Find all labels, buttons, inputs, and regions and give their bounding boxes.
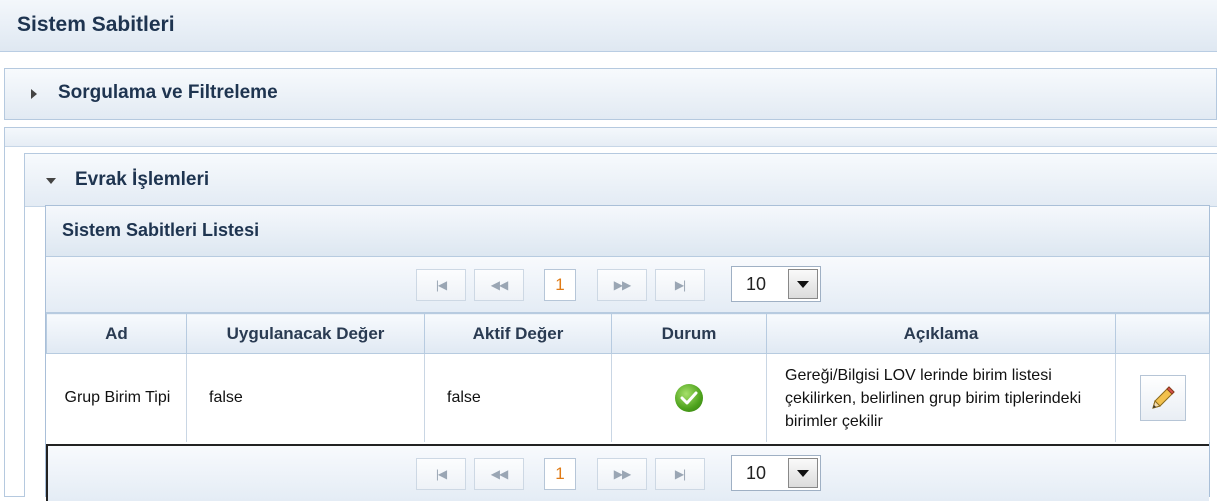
page-size-value-bottom: 10 xyxy=(746,463,767,483)
page-size-select[interactable]: 10 xyxy=(731,266,821,302)
page-title: Sistem Sabitleri xyxy=(17,13,175,36)
data-grid: Ad Uygulanacak Değer Aktif Değer Durum A… xyxy=(46,313,1210,442)
filter-panel-header[interactable]: Sorgulama ve Filtreleme xyxy=(4,68,1217,120)
cell-uygulanacak-deger: false xyxy=(186,353,425,442)
column-header-aciklama[interactable]: Açıklama xyxy=(766,313,1116,354)
last-page-button[interactable]: ▶| xyxy=(655,269,705,301)
dropdown-arrow-icon[interactable] xyxy=(788,458,818,488)
column-header-aktif-deger[interactable]: Aktif Değer xyxy=(424,313,612,354)
column-header-ad[interactable]: Ad xyxy=(46,313,187,354)
dropdown-arrow-icon[interactable] xyxy=(788,269,818,299)
column-header-uygulanacak-deger[interactable]: Uygulanacak Değer xyxy=(186,313,425,354)
cell-actions xyxy=(1115,353,1210,442)
page-title-bar: Sistem Sabitleri xyxy=(0,0,1217,52)
list-title-bar: Sistem Sabitleri Listesi xyxy=(46,206,1209,257)
first-page-button-bottom[interactable]: |◀ xyxy=(416,458,466,490)
column-header-durum[interactable]: Durum xyxy=(611,313,767,354)
prev-page-button[interactable]: ◀◀ xyxy=(474,269,524,301)
edit-button[interactable] xyxy=(1139,375,1186,421)
content-top-strip xyxy=(5,128,1217,147)
current-page-number[interactable]: 1 xyxy=(544,269,576,301)
paginator-bottom: |◀ ◀◀ 1 ▶▶ ▶| 10 xyxy=(46,444,1209,501)
first-page-button[interactable]: |◀ xyxy=(416,269,466,301)
prev-page-button-bottom[interactable]: ◀◀ xyxy=(474,458,524,490)
cell-ad: Grup Birim Tipi xyxy=(46,353,187,442)
current-page-number-bottom[interactable]: 1 xyxy=(544,458,576,490)
page-size-value: 10 xyxy=(746,274,767,294)
cell-aciklama: Gereği/Bilgisi LOV lerinde birim listesi… xyxy=(766,353,1116,442)
next-page-button-bottom[interactable]: ▶▶ xyxy=(597,458,647,490)
check-circle-icon xyxy=(675,384,703,412)
column-header-actions xyxy=(1115,313,1210,354)
pencil-icon xyxy=(1151,386,1175,409)
list-title: Sistem Sabitleri Listesi xyxy=(62,220,260,240)
paginator-top: |◀ ◀◀ 1 ▶▶ ▶| 10 xyxy=(46,257,1209,313)
filter-panel-label[interactable]: Sorgulama ve Filtreleme xyxy=(58,82,278,104)
header-row: Ad Uygulanacak Değer Aktif Değer Durum A… xyxy=(46,313,1210,354)
table-row[interactable]: Grup Birim Tipi false false Gereği/Bilgi… xyxy=(46,353,1210,442)
cell-durum xyxy=(611,353,767,442)
evrak-panel-label[interactable]: Evrak İşlemleri xyxy=(75,169,209,191)
last-page-button-bottom[interactable]: ▶| xyxy=(655,458,705,490)
evrak-panel-header[interactable]: Evrak İşlemleri xyxy=(25,154,1217,207)
page-size-select-bottom[interactable]: 10 xyxy=(731,455,821,491)
expand-arrow-icon[interactable] xyxy=(31,89,37,99)
collapse-arrow-icon[interactable] xyxy=(46,178,56,184)
sistem-sabitleri-table: Sistem Sabitleri Listesi |◀ ◀◀ 1 ▶▶ ▶| 1… xyxy=(45,205,1210,501)
cell-aktif-deger: false xyxy=(424,353,612,442)
next-page-button[interactable]: ▶▶ xyxy=(597,269,647,301)
